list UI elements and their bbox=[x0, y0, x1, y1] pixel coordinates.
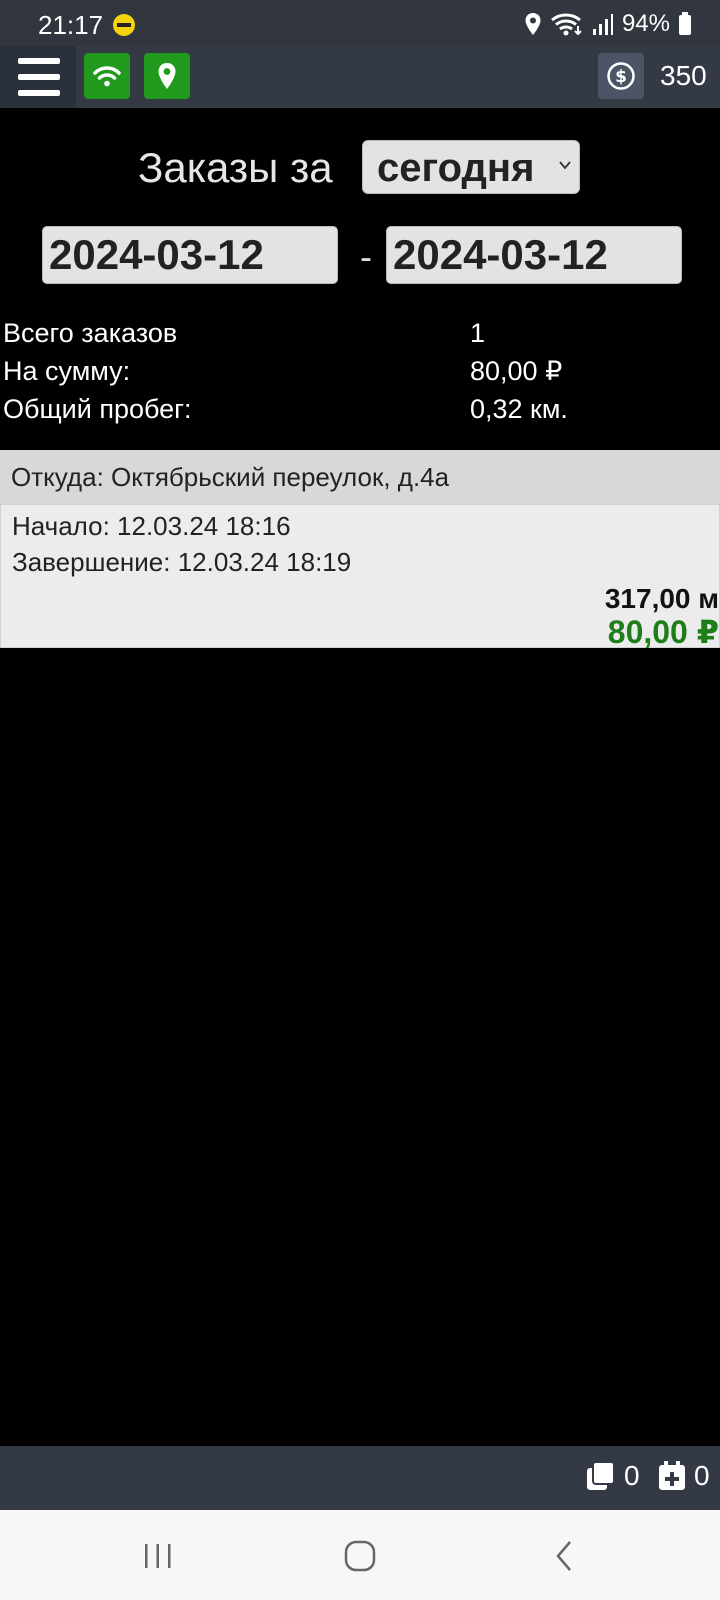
summary-row-total: Всего заказов 1 bbox=[3, 314, 713, 352]
battery-icon bbox=[679, 12, 691, 35]
app-toolbar: $ 350 bbox=[0, 46, 720, 108]
order-start-time: Начало: 12.03.24 18:16 bbox=[12, 511, 291, 541]
wifi-icon bbox=[93, 66, 121, 87]
order-from-address: Откуда: Октябрьский переулок, д.4а bbox=[0, 450, 720, 504]
period-select-value: сегодня bbox=[377, 146, 535, 190]
summary-value: 0,32 км. bbox=[470, 394, 568, 424]
orders-counter[interactable]: 0 bbox=[586, 1460, 640, 1492]
wifi-icon bbox=[550, 13, 582, 36]
svg-text:$: $ bbox=[615, 67, 627, 87]
scheduled-counter[interactable]: 0 bbox=[658, 1460, 710, 1492]
order-price: 80,00 ₽ bbox=[607, 614, 719, 650]
order-details: Начало: 12.03.24 18:16 Завершение: 12.03… bbox=[0, 504, 720, 650]
map-pin-icon bbox=[158, 63, 176, 89]
order-end-time: Завершение: 12.03.24 18:19 bbox=[12, 547, 352, 577]
balance-value: 350 bbox=[660, 60, 707, 91]
orders-count: 0 bbox=[624, 1460, 640, 1491]
calendar-plus-icon bbox=[659, 1461, 685, 1490]
status-time: 21:17 bbox=[38, 10, 104, 40]
screen: 21:17 94% $ 350 Заказы за сегодня 2024-0… bbox=[0, 0, 720, 1600]
location-icon bbox=[525, 13, 541, 35]
summary-row-mileage: Общий пробег: 0,32 км. bbox=[3, 390, 713, 428]
back-icon bbox=[556, 1541, 571, 1571]
balance-button[interactable]: $ bbox=[598, 53, 644, 99]
system-navigation-bar bbox=[0, 1510, 720, 1600]
recent-apps-button[interactable] bbox=[128, 1534, 188, 1578]
period-label: Заказы за bbox=[138, 144, 333, 191]
back-button[interactable] bbox=[534, 1534, 594, 1578]
gps-status-button[interactable] bbox=[144, 53, 190, 99]
date-from-field[interactable]: 2024-03-12 bbox=[42, 226, 338, 284]
summary-label: Общий пробег: bbox=[3, 394, 192, 424]
orders-summary: Всего заказов 1 На сумму: 80,00 ₽ Общий … bbox=[3, 314, 713, 428]
status-bar: 21:17 94% bbox=[0, 0, 720, 46]
date-to-field[interactable]: 2024-03-12 bbox=[386, 226, 682, 284]
chevron-down-icon bbox=[559, 161, 571, 170]
scheduled-count: 0 bbox=[694, 1460, 710, 1491]
period-filter: Заказы за сегодня bbox=[0, 138, 720, 198]
summary-row-amount: На сумму: 80,00 ₽ bbox=[3, 352, 713, 390]
menu-button[interactable] bbox=[0, 46, 76, 108]
copy-icon bbox=[587, 1461, 615, 1490]
status-icons: 94% bbox=[524, 10, 692, 38]
date-separator: - bbox=[360, 236, 372, 277]
home-button[interactable] bbox=[330, 1534, 390, 1578]
wifi-status-button[interactable] bbox=[84, 53, 130, 99]
recent-apps-icon bbox=[145, 1544, 171, 1568]
bottom-bar: 0 0 bbox=[0, 1446, 720, 1510]
battery-percent: 94% bbox=[621, 10, 670, 37]
summary-label: На сумму: bbox=[3, 356, 131, 386]
period-select[interactable]: сегодня bbox=[362, 140, 580, 194]
order-card[interactable]: Откуда: Октябрьский переулок, д.4а Начал… bbox=[0, 450, 720, 650]
summary-value: 1 bbox=[470, 318, 486, 348]
hamburger-icon-line bbox=[18, 74, 60, 80]
signal-icon bbox=[592, 14, 613, 35]
order-distance: 317,00 м bbox=[604, 583, 719, 614]
app-notification-icon bbox=[113, 14, 135, 36]
home-icon bbox=[344, 1540, 376, 1572]
dollar-coin-icon: $ bbox=[607, 62, 635, 90]
hamburger-icon bbox=[18, 58, 60, 64]
summary-label: Всего заказов bbox=[3, 318, 178, 348]
summary-value: 80,00 ₽ bbox=[470, 356, 563, 386]
hamburger-icon-line bbox=[18, 90, 60, 96]
